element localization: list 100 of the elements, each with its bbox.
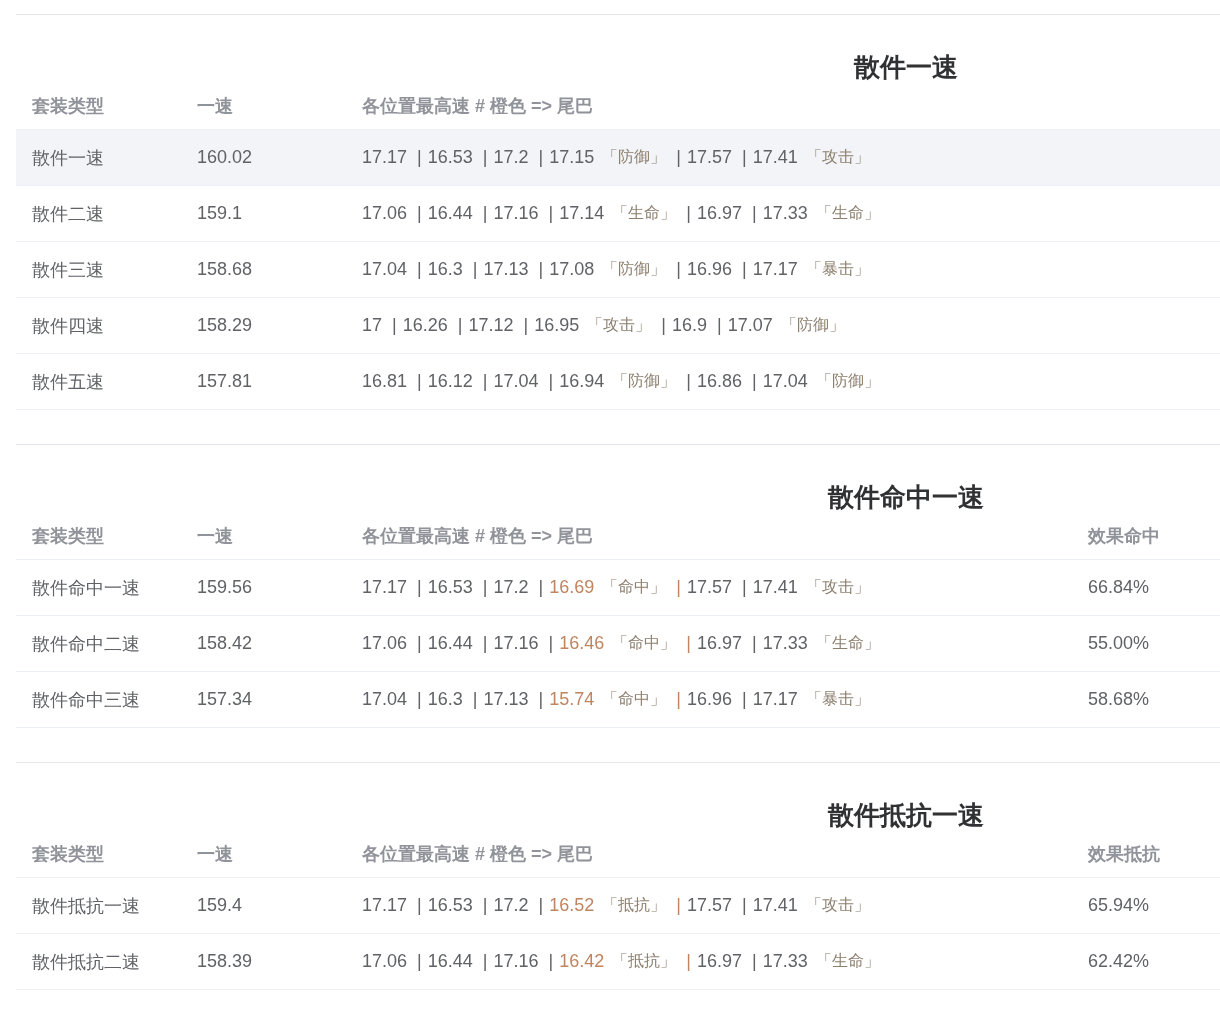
separator-text: | [548, 371, 554, 392]
stat-tag: 「命中」 [612, 633, 677, 654]
speed-value: 17.16 [493, 203, 539, 224]
speed-value: 17.17 [362, 577, 408, 598]
stat-tag: 「抵抗」 [612, 951, 677, 972]
separator-text: | [548, 203, 554, 224]
separator-text: | [392, 315, 397, 336]
separator-text: | [686, 371, 691, 392]
table-title: 散件抵抗一速 [826, 799, 985, 831]
speed-value: 17.04 [762, 371, 808, 392]
table-cell-text: 散件一速 [31, 146, 105, 170]
separator-text: | [523, 315, 529, 336]
column-header: 套装类型 [31, 95, 105, 118]
table-cell-text: 158.29 [196, 315, 254, 336]
speed-value: 17.41 [752, 147, 798, 168]
speed-value: 15.74 [549, 689, 595, 710]
column-header: 一速 [196, 95, 234, 118]
speed-value: 16.86 [696, 371, 742, 392]
speed-value: 17.14 [559, 203, 605, 224]
speed-value: 17.41 [752, 577, 798, 598]
separator-text: | [686, 633, 691, 654]
stat-tag: 「攻击」 [805, 895, 870, 916]
speed-value: 16.96 [686, 259, 732, 280]
separator-text: | [417, 147, 422, 168]
speed-value: 16.44 [427, 633, 473, 654]
speed-value: 17.41 [752, 895, 798, 916]
speed-value: 17.57 [686, 895, 732, 916]
separator-text: | [742, 689, 747, 710]
speed-value: 16.12 [427, 371, 473, 392]
speed-value: 17.17 [752, 259, 798, 280]
separator-text: | [752, 951, 757, 972]
stat-tag: 「攻击」 [805, 147, 870, 168]
stat-tag: 「生命」 [815, 633, 880, 654]
speed-value: 17.06 [362, 633, 408, 654]
separator-text: | [742, 895, 747, 916]
speed-value: 16.26 [402, 315, 448, 336]
separator-text: | [482, 371, 488, 392]
table-cell-text: 157.81 [196, 371, 254, 392]
separator-text: | [742, 147, 747, 168]
table-cell-text: 散件命中一速 [31, 576, 141, 600]
separator-text: | [752, 633, 757, 654]
column-header: 一速 [196, 843, 234, 866]
speed-value: 17.33 [762, 203, 808, 224]
separator-text: | [417, 633, 422, 654]
separator-text: | [482, 951, 488, 972]
speed-value: 17.2 [493, 577, 529, 598]
table-cell-text: 散件命中三速 [31, 688, 141, 712]
separator-text: | [417, 895, 422, 916]
speed-value: 17.2 [493, 895, 529, 916]
separator-text: | [457, 315, 463, 336]
speed-value: 17.16 [493, 633, 539, 654]
speed-value: 17.16 [493, 951, 539, 972]
speed-value: 17.17 [362, 895, 408, 916]
speed-value: 16.9 [671, 315, 707, 336]
separator-text: | [752, 371, 757, 392]
separator-text: | [742, 259, 747, 280]
speed-value: 17.07 [727, 315, 773, 336]
table-title: 散件一速 [852, 51, 959, 83]
stat-tag: 「暴击」 [805, 689, 870, 710]
separator-text: | [482, 895, 488, 916]
separator-text: | [661, 315, 666, 336]
speed-value: 16.97 [696, 951, 742, 972]
column-header: 套装类型 [31, 843, 105, 866]
separator-text: | [472, 689, 478, 710]
column-header: 一速 [196, 525, 234, 548]
speed-value: 17.04 [362, 689, 408, 710]
separator-text: | [548, 633, 554, 654]
stat-tag: 「抵抗」 [602, 895, 667, 916]
separator-text: | [482, 577, 488, 598]
speed-value: 16.42 [559, 951, 605, 972]
separator-text: | [676, 895, 681, 916]
separator-text: | [417, 951, 422, 972]
speed-value: 16.44 [427, 203, 473, 224]
speed-value: 16.94 [559, 371, 605, 392]
separator-text: | [417, 259, 422, 280]
speed-value: 16.81 [362, 371, 408, 392]
speed-value: 16.46 [559, 633, 605, 654]
column-header: 各位置最高速 # 橙色 => 尾巴 [361, 525, 595, 548]
speed-value: 17.17 [752, 689, 798, 710]
table-cell-text: 散件抵抗一速 [31, 894, 141, 918]
speed-value: 16.96 [686, 689, 732, 710]
table-cell-text: 65.94% [1087, 895, 1151, 916]
separator-text: | [472, 259, 478, 280]
table-cell-text: 62.42% [1087, 951, 1151, 972]
speed-value: 17.17 [362, 147, 408, 168]
separator-text: | [686, 951, 691, 972]
stat-tag: 「防御」 [780, 315, 845, 336]
table-cell-text: 散件五速 [31, 370, 105, 394]
separator-text: | [417, 577, 422, 598]
speed-value: 17.33 [762, 951, 808, 972]
separator-text: | [482, 203, 488, 224]
table-cell-text: 159.4 [196, 895, 244, 916]
table-cell-text: 159.56 [196, 577, 254, 598]
column-header: 效果抵抗 [1087, 843, 1161, 866]
separator-text: | [482, 147, 488, 168]
stat-tag: 「生命」 [815, 951, 880, 972]
table-cell-text: 散件三速 [31, 258, 105, 282]
separator-text: | [538, 689, 544, 710]
table-cell-text: 157.34 [196, 689, 254, 710]
column-header: 各位置最高速 # 橙色 => 尾巴 [361, 843, 595, 866]
